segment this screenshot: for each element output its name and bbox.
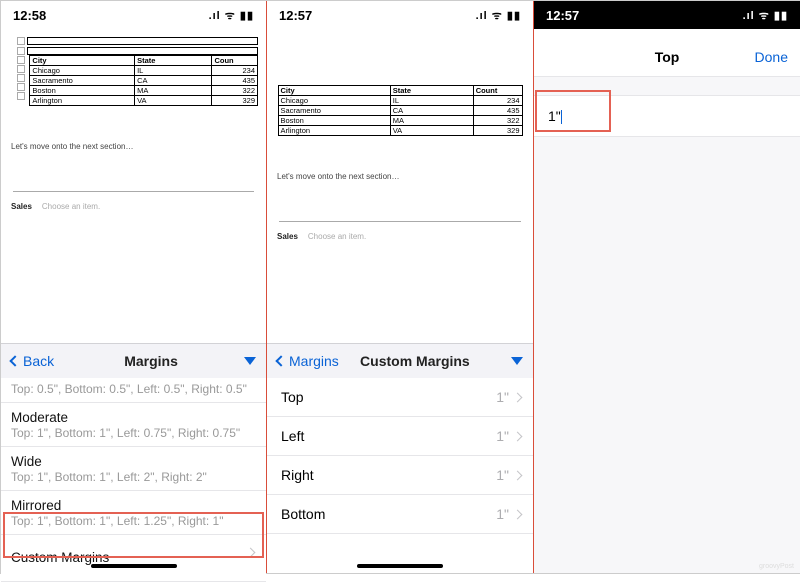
checkbox[interactable] — [17, 74, 25, 82]
chevron-right-icon — [513, 392, 523, 402]
checkbox[interactable] — [17, 92, 25, 100]
top-margin-header: Top Done — [534, 37, 800, 77]
row-label: Bottom — [281, 506, 325, 522]
checkbox[interactable] — [17, 56, 25, 64]
chevron-right-icon — [513, 509, 523, 519]
sheet-title: Margins — [58, 353, 244, 369]
home-indicator — [357, 564, 443, 568]
empty-table-row — [17, 47, 258, 55]
status-bar: 12:57 .ıl ᯤ ▮▮ — [534, 1, 800, 29]
option-label: Moderate — [11, 410, 256, 425]
sheet-title: Custom Margins — [319, 353, 511, 369]
divider — [279, 221, 521, 222]
custom-margins-label: Custom Margins — [11, 550, 109, 565]
option-label: Wide — [11, 454, 256, 469]
sales-label: Sales — [277, 232, 298, 241]
status-icons: .ıl ᯤ ▮▮ — [209, 8, 254, 23]
margin-bottom-row[interactable]: Bottom 1" — [267, 495, 533, 534]
col-state: State — [390, 86, 473, 96]
tutorial-composite: 12:58 .ıl ᯤ ▮▮ CityStateCoun ChicagoIL23… — [0, 0, 800, 574]
margins-sheet: Back Margins Top: 0.5", Bottom: 0.5", Le… — [1, 343, 266, 573]
margin-option-mirrored[interactable]: Mirrored Top: 1", Bottom: 1", Left: 1.25… — [1, 491, 266, 535]
chevron-left-icon — [9, 355, 20, 366]
margin-right-row[interactable]: Right 1" — [267, 456, 533, 495]
row-label: Left — [281, 428, 304, 444]
input-value: 1" — [548, 108, 561, 124]
row-label: Right — [281, 467, 314, 483]
sales-hint: Choose an item. — [308, 232, 366, 241]
margin-option-wide[interactable]: Wide Top: 1", Bottom: 1", Left: 2", Righ… — [1, 447, 266, 491]
custom-margins-row[interactable]: Custom Margins — [1, 535, 266, 582]
option-label: Mirrored — [11, 498, 256, 513]
margin-top-row[interactable]: Top 1" — [267, 378, 533, 417]
sales-field[interactable]: Sales Choose an item. — [277, 232, 523, 241]
checkbox[interactable] — [17, 83, 25, 91]
sales-field[interactable]: Sales Choose an item. — [11, 202, 256, 211]
home-indicator — [91, 564, 177, 568]
dropdown-icon[interactable] — [511, 357, 523, 365]
sheet-header: Back Margins — [1, 344, 266, 378]
row-value: 1" — [496, 467, 509, 483]
margin-left-row[interactable]: Left 1" — [267, 417, 533, 456]
empty-table-row — [17, 37, 258, 45]
status-time: 12:58 — [13, 8, 46, 23]
sales-label: Sales — [11, 202, 32, 211]
col-city: City — [30, 56, 135, 66]
row-value: 1" — [496, 389, 509, 405]
chevron-right-icon — [513, 431, 523, 441]
status-icons: .ıl ᯤ ▮▮ — [476, 8, 521, 23]
data-table: CityStateCount ChicagoIL234 SacramentoCA… — [278, 85, 523, 136]
status-bar: 12:58 .ıl ᯤ ▮▮ — [1, 1, 266, 29]
watermark: groovyPost — [759, 563, 794, 570]
done-button[interactable]: Done — [755, 49, 788, 65]
doc-body-text: Let's move onto the next section… — [11, 142, 256, 151]
sales-hint: Choose an item. — [42, 202, 100, 211]
phone-screenshot-1: 12:58 .ıl ᯤ ▮▮ CityStateCoun ChicagoIL23… — [1, 1, 267, 573]
col-city: City — [278, 86, 390, 96]
custom-margins-sheet: Margins Custom Margins Top 1" Left 1" Righ… — [267, 343, 533, 573]
margin-option-moderate[interactable]: Moderate Top: 1", Bottom: 1", Left: 0.75… — [1, 403, 266, 447]
back-button[interactable]: Back — [11, 353, 54, 369]
divider — [13, 191, 254, 192]
page-title: Top — [655, 49, 680, 65]
col-count: Coun — [212, 56, 258, 66]
status-time: 12:57 — [279, 8, 312, 23]
page-background — [534, 77, 800, 573]
phone-screenshot-3: 12:57 .ıl ᯤ ▮▮ Top Done 1" groovyPost — [534, 1, 800, 573]
status-time: 12:57 — [546, 8, 579, 23]
document-preview[interactable]: CityStateCount ChicagoIL234 SacramentoCA… — [267, 79, 533, 136]
text-cursor — [561, 110, 563, 124]
document-preview[interactable]: CityStateCoun ChicagoIL234 SacramentoCA4… — [1, 29, 266, 106]
chevron-left-icon — [275, 355, 286, 366]
chevron-right-icon — [246, 548, 256, 558]
row-label: Top — [281, 389, 304, 405]
col-count: Count — [473, 86, 522, 96]
option-desc: Top: 1", Bottom: 1", Left: 2", Right: 2" — [11, 470, 256, 484]
phone-screenshot-2: 12:57 .ıl ᯤ ▮▮ CityStateCount ChicagoIL2… — [267, 1, 534, 573]
doc-body-text: Let's move onto the next section… — [277, 172, 523, 181]
option-desc: Top: 1", Bottom: 1", Left: 1.25", Right:… — [11, 514, 256, 528]
option-desc: Top: 0.5", Bottom: 0.5", Left: 0.5", Rig… — [11, 382, 256, 396]
status-icons: .ıl ᯤ ▮▮ — [743, 8, 788, 23]
status-bar: 12:57 .ıl ᯤ ▮▮ — [267, 1, 533, 29]
col-state: State — [135, 56, 212, 66]
option-desc: Top: 1", Bottom: 1", Left: 0.75", Right:… — [11, 426, 256, 440]
dropdown-icon[interactable] — [244, 357, 256, 365]
chevron-right-icon — [513, 470, 523, 480]
row-value: 1" — [496, 428, 509, 444]
sheet-header: Margins Custom Margins — [267, 344, 533, 378]
row-value: 1" — [496, 506, 509, 522]
margin-option-cutoff[interactable]: Top: 0.5", Bottom: 0.5", Left: 0.5", Rig… — [1, 378, 266, 403]
checkbox[interactable] — [17, 65, 25, 73]
margin-value-input[interactable]: 1" — [534, 95, 800, 137]
data-table: CityStateCoun ChicagoIL234 SacramentoCA4… — [29, 55, 258, 106]
